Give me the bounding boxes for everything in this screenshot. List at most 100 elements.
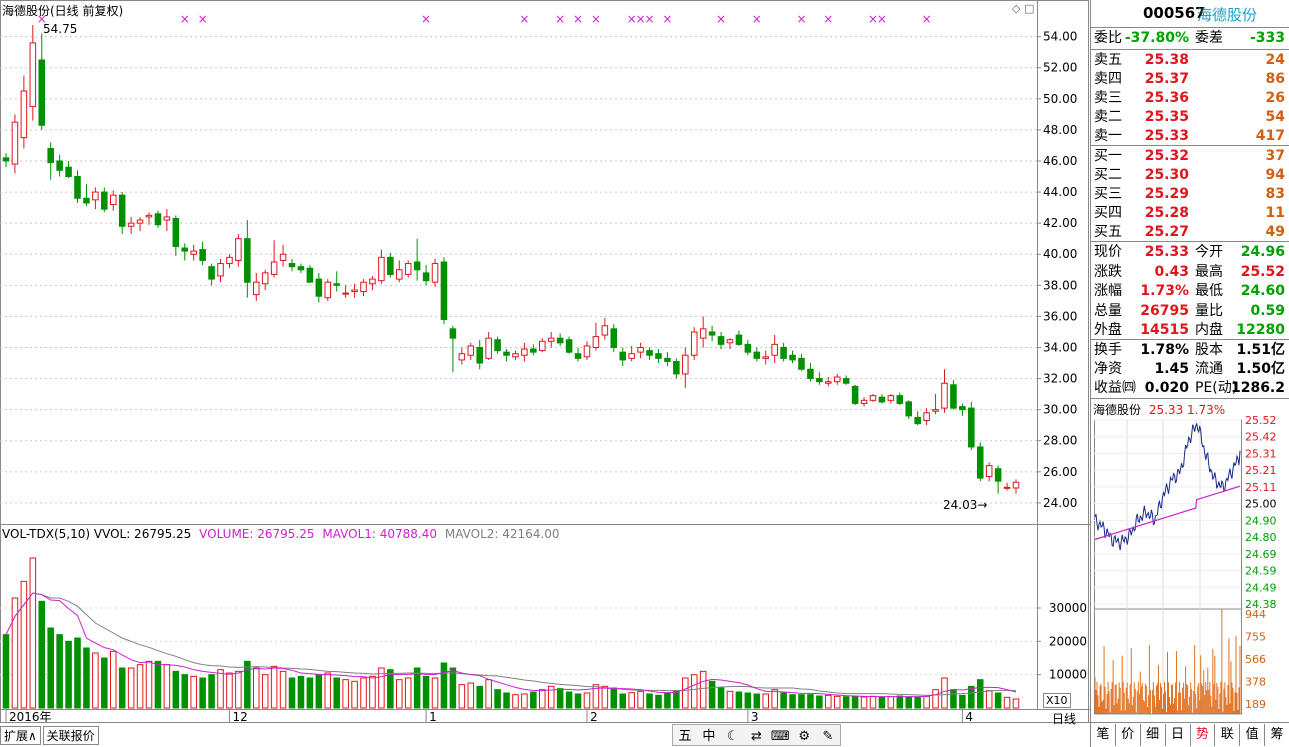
finance-value: 0.020	[1144, 380, 1189, 396]
volume-bar	[574, 693, 582, 709]
finance-label: 收益㈣	[1094, 380, 1136, 396]
kline-chart-area[interactable]: 海德股份(日线 前复权) ◇ □ 54.00 52.00 50.00 48.00 46.…	[0, 0, 1090, 747]
date-label: 4	[965, 710, 973, 724]
volume-bar	[333, 677, 340, 709]
volume-bar	[431, 677, 439, 709]
volume-bar	[127, 667, 135, 709]
quote-tab[interactable]: 势	[1191, 724, 1216, 746]
bottom-tabs-left: 扩展∧ 关联报价	[0, 726, 99, 745]
candle-body	[440, 261, 448, 321]
volume-bar	[512, 694, 519, 709]
candle-body	[360, 281, 367, 293]
candle-body	[664, 357, 671, 362]
quote-tab[interactable]: 值	[1240, 724, 1266, 746]
min-price-label: 24.03→	[943, 498, 988, 512]
stat-label-2: 今开	[1195, 244, 1223, 260]
sell-level-row[interactable]: 卖四 25.37 86	[1093, 70, 1287, 89]
candlestick-chart[interactable]: 54.00 52.00 50.00 48.00 46.00 44.00 42.00 40.00…	[0, 0, 1090, 747]
stat-value-2: 24.60	[1240, 283, 1285, 299]
buy-level-label: 买一	[1094, 148, 1122, 164]
stat-value: 0.43	[1154, 263, 1189, 280]
candle-body	[476, 346, 483, 364]
quote-tab[interactable]: 笔	[1091, 724, 1116, 746]
buy-level-row[interactable]: 买一 25.32 37	[1093, 147, 1287, 166]
candle-body	[932, 409, 939, 412]
candle-body	[869, 395, 877, 401]
volume-bar	[950, 689, 957, 709]
buy-level-row[interactable]: 买三 25.29 83	[1093, 185, 1287, 204]
sell-level-row[interactable]: 卖二 25.35 54	[1093, 108, 1287, 127]
volume-bar	[172, 670, 180, 709]
zhong-icon[interactable]: 中	[699, 725, 719, 744]
gear-icon[interactable]: ⚙	[794, 729, 814, 744]
sell-level-row[interactable]: 卖三 25.36 26	[1093, 89, 1287, 108]
candle-body	[20, 90, 28, 139]
vvol-value: VVOL: 26795.25	[93, 527, 192, 541]
candle-body	[261, 272, 269, 285]
shuffle-icon[interactable]: ⇄	[746, 729, 766, 744]
weicha-value: -333	[1249, 30, 1285, 46]
volume-bar	[530, 691, 537, 709]
sell-volume: 417	[1255, 128, 1285, 144]
candle-body	[690, 331, 698, 356]
finance-row: 净资 1.45 流通 1.50亿	[1093, 360, 1287, 379]
finance-row: 换手 1.78% 股本 1.51亿	[1093, 341, 1287, 360]
stat-row: 现价 25.33 今开 24.96	[1093, 243, 1287, 262]
expand-tab[interactable]: 扩展∧	[0, 726, 41, 745]
volume-bar	[914, 696, 921, 709]
quote-tab[interactable]: 筹	[1265, 724, 1289, 746]
indicator-name[interactable]: VOL-TDX(5,10)	[2, 527, 90, 541]
arrow-right-icon: →	[977, 498, 988, 512]
keyboard-icon[interactable]: ⌨	[770, 729, 790, 744]
candle-body	[288, 263, 296, 268]
mini-price-label: 24.80	[1245, 531, 1277, 544]
candle-body	[92, 191, 99, 201]
quote-tab[interactable]: 价	[1116, 724, 1141, 746]
candle-body	[628, 353, 635, 359]
candle-body	[65, 166, 72, 178]
finance-value-2: 1.51亿	[1236, 342, 1285, 358]
candle-body	[994, 468, 1002, 482]
moon-icon[interactable]: ☾	[723, 729, 743, 744]
candle-body	[789, 354, 796, 361]
buy-level-row[interactable]: 买二 25.30 94	[1093, 166, 1287, 185]
finance-value: 1.45	[1154, 361, 1189, 377]
mini-volume-label: 189	[1245, 698, 1266, 711]
volume-bar	[565, 691, 573, 709]
candle-body	[190, 250, 197, 255]
volume-bar	[860, 696, 868, 709]
volume-bar	[619, 693, 626, 709]
related-quote-tab[interactable]: 关联报价	[42, 726, 99, 745]
quote-tab[interactable]: 细	[1141, 724, 1166, 746]
mavol2-value: MAVOL2: 42164.00	[444, 527, 560, 541]
finance-label: 换手	[1094, 342, 1122, 358]
buy-volume: 11	[1265, 205, 1285, 221]
quote-tab[interactable]: 日	[1166, 724, 1191, 746]
five-icon[interactable]: 五	[675, 725, 695, 744]
buy-level-row[interactable]: 买四 25.28 11	[1093, 204, 1287, 223]
stat-label: 现价	[1094, 244, 1122, 260]
candle-body	[851, 385, 859, 404]
intraday-chart[interactable]: 25.52 25.42 25.31 25.21 25.11 25.00 24.90 24.80…	[1091, 414, 1289, 720]
quote-tab[interactable]: 联	[1215, 724, 1241, 746]
volume-value: VOLUME: 26795.25	[199, 527, 315, 541]
sell-level-row[interactable]: 卖五 25.38 24	[1093, 51, 1287, 70]
candle-body	[387, 256, 394, 275]
volume-bar	[825, 694, 832, 709]
volume-bar	[699, 670, 707, 709]
event-marker: ×	[752, 12, 762, 26]
buy-level-row[interactable]: 买五 25.27 49	[1093, 223, 1287, 242]
event-marker: ×	[823, 12, 833, 26]
candle-body	[574, 353, 582, 359]
wrench-icon[interactable]: ✎	[818, 729, 838, 744]
volume-bar	[297, 675, 305, 709]
buy-price: 25.32	[1144, 148, 1189, 164]
period-label[interactable]: 日线	[1052, 710, 1076, 727]
event-marker: ×	[555, 12, 565, 26]
sell-level-row[interactable]: 卖一 25.33 417	[1093, 127, 1287, 146]
volume-bar	[288, 677, 296, 709]
mini-avg-line	[1094, 485, 1241, 541]
volume-bar	[690, 674, 698, 709]
candle-body	[771, 343, 778, 356]
candle-body	[896, 395, 904, 404]
